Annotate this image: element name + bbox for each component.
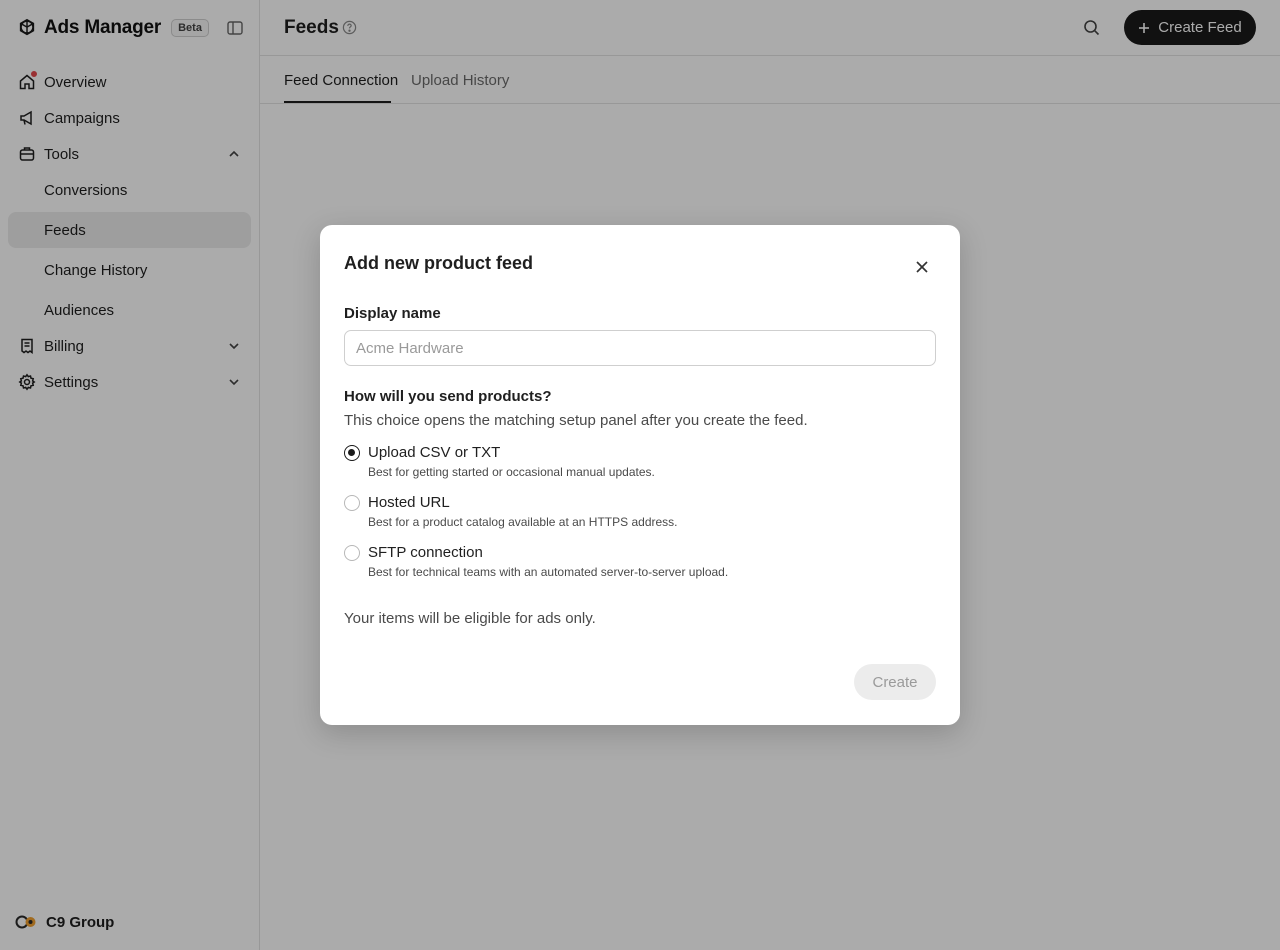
dialog-title: Add new product feed xyxy=(344,253,533,273)
eligibility-note: Your items will be eligible for ads only… xyxy=(344,610,596,627)
send-method-help: This choice opens the matching setup pan… xyxy=(344,412,808,429)
option-description: Best for technical teams with an automat… xyxy=(368,565,729,579)
option-sftp[interactable]: SFTP connection Best for technical teams… xyxy=(344,544,924,584)
display-name-label: Display name xyxy=(344,305,441,322)
option-label: SFTP connection xyxy=(368,544,483,561)
add-product-feed-dialog: Add new product feed Display name How wi… xyxy=(320,225,960,725)
radio-sftp[interactable] xyxy=(344,545,360,561)
radio-hosted-url[interactable] xyxy=(344,495,360,511)
create-button[interactable]: Create xyxy=(854,664,936,700)
close-icon[interactable] xyxy=(912,257,932,277)
option-description: Best for a product catalog available at … xyxy=(368,515,678,529)
option-hosted-url[interactable]: Hosted URL Best for a product catalog av… xyxy=(344,494,924,534)
option-description: Best for getting started or occasional m… xyxy=(368,465,655,479)
display-name-input[interactable] xyxy=(344,330,936,366)
radio-upload-csv[interactable] xyxy=(344,445,360,461)
option-upload-csv[interactable]: Upload CSV or TXT Best for getting start… xyxy=(344,444,924,484)
option-label: Hosted URL xyxy=(368,494,450,511)
option-label: Upload CSV or TXT xyxy=(368,444,501,461)
send-method-question: How will you send products? xyxy=(344,388,552,405)
